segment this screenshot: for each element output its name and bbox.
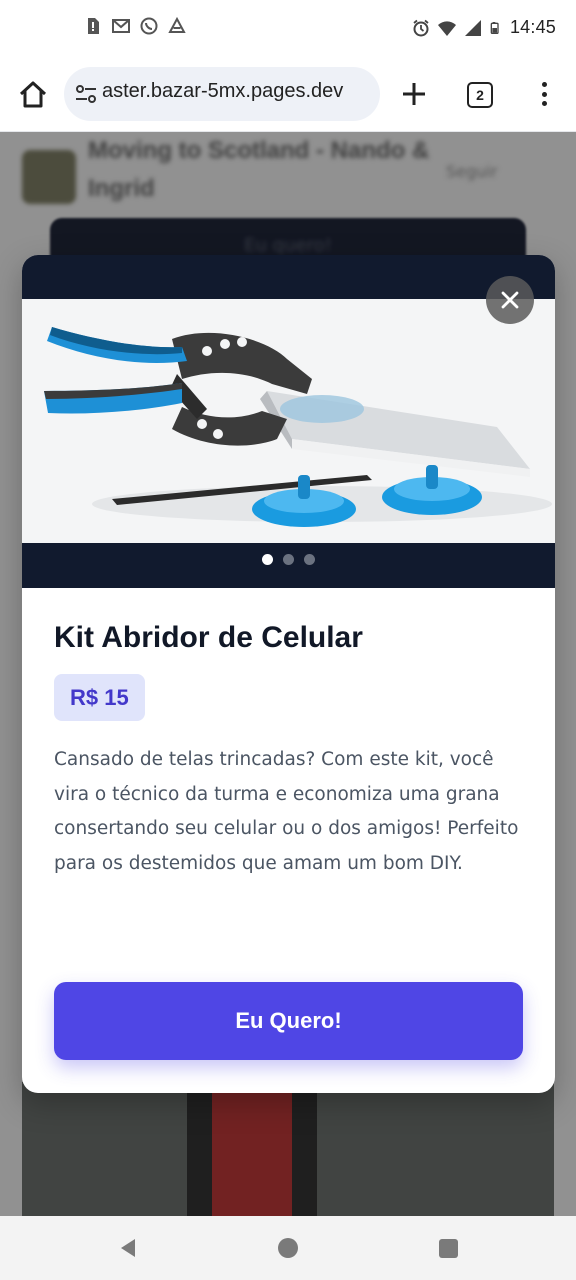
carousel-dots: [22, 554, 555, 568]
image-carousel[interactable]: [22, 255, 555, 588]
back-icon[interactable]: [116, 1236, 140, 1260]
system-nav-bar: [0, 1216, 576, 1280]
sim-icon: [88, 18, 99, 34]
drive-icon: [168, 17, 186, 33]
carousel-dot-2[interactable]: [283, 554, 294, 565]
url-text[interactable]: aster.bazar-5mx.pages.dev: [102, 80, 374, 103]
close-icon: [501, 291, 519, 309]
battery-icon: [490, 21, 499, 34]
home-icon[interactable]: [278, 1238, 298, 1258]
clock: 14:45: [509, 17, 556, 37]
product-description: Cansado de telas trincadas? Com este kit…: [54, 749, 519, 874]
price-badge: R$ 15: [54, 674, 145, 721]
close-button[interactable]: [486, 276, 534, 324]
product-modal: Kit Abridor de Celular R$ 15 Cansado de …: [22, 255, 555, 1093]
carousel-dot-3[interactable]: [304, 554, 315, 565]
wifi-icon: [437, 20, 456, 36]
address-bar[interactable]: aster.bazar-5mx.pages.dev: [64, 67, 380, 121]
gmail-icon: [112, 19, 130, 33]
want-it-button[interactable]: Eu Quero!: [54, 982, 523, 1060]
tab-switcher-button[interactable]: 2: [467, 82, 493, 108]
product-image: [22, 299, 555, 543]
notification-icons: [84, 17, 186, 35]
home-icon[interactable]: [16, 78, 50, 112]
site-settings-icon[interactable]: [74, 83, 98, 105]
phone-opener-kit-illustration: [22, 299, 555, 543]
system-icons: 14:45: [412, 17, 556, 38]
overflow-menu-icon[interactable]: [534, 78, 554, 110]
signal-icon: [464, 19, 481, 36]
browser-toolbar: aster.bazar-5mx.pages.dev 2: [0, 58, 576, 132]
new-tab-icon[interactable]: [398, 78, 430, 110]
alarm-icon: [413, 19, 429, 36]
whatsapp-icon: [140, 17, 158, 35]
status-bar: 14:45: [0, 0, 576, 58]
product-title: Kit Abridor de Celular: [54, 621, 363, 654]
carousel-dot-1[interactable]: [262, 554, 273, 565]
recents-icon[interactable]: [439, 1239, 458, 1258]
